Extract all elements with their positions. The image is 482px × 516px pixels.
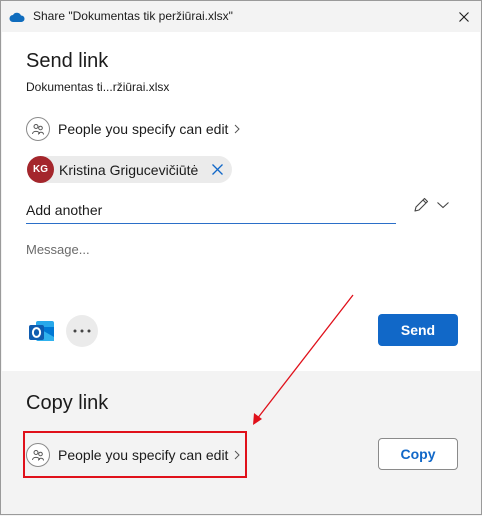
pencil-icon <box>414 197 429 212</box>
outlook-button[interactable] <box>26 315 58 347</box>
close-icon <box>459 11 469 22</box>
close-icon <box>211 164 223 175</box>
avatar: KG <box>27 156 54 183</box>
close-button[interactable] <box>447 1 481 32</box>
recipient-chip: KG Kristina Grigucevičiūtė <box>27 156 233 183</box>
share-dialog: Share "Dokumentas tik peržiūrai.xlsx" Se… <box>0 0 482 515</box>
copy-permission-label: People you specify can edit <box>58 447 229 463</box>
people-icon <box>26 117 50 141</box>
more-options-button[interactable] <box>66 315 98 347</box>
people-icon <box>26 443 50 467</box>
remove-recipient-button[interactable] <box>208 161 226 179</box>
send-button[interactable]: Send <box>378 314 458 346</box>
file-name: Dokumentas ti...ržiūrai.xlsx <box>26 80 170 94</box>
recipient-permission-dropdown[interactable] <box>412 196 450 214</box>
copy-button[interactable]: Copy <box>378 438 458 470</box>
copy-link-heading: Copy link <box>26 392 109 414</box>
send-link-heading: Send link <box>26 50 109 72</box>
send-permission-label: People you specify can edit <box>58 121 229 137</box>
add-recipient-input[interactable] <box>26 197 396 224</box>
window-title: Share "Dokumentas tik peržiūrai.xlsx" <box>33 9 233 23</box>
send-permission-setting[interactable]: People you specify can edit <box>26 117 241 141</box>
title-bar: Share "Dokumentas tik peržiūrai.xlsx" <box>1 1 481 32</box>
outlook-icon <box>29 321 54 341</box>
onedrive-cloud-icon <box>9 10 25 22</box>
chevron-right-icon <box>234 450 241 460</box>
message-input[interactable] <box>26 242 456 302</box>
copy-permission-setting[interactable]: People you specify can edit <box>26 443 241 467</box>
chevron-down-icon <box>437 202 449 209</box>
chevron-right-icon <box>234 124 241 134</box>
more-icon <box>73 329 91 333</box>
recipient-name: Kristina Grigucevičiūtė <box>59 161 199 178</box>
